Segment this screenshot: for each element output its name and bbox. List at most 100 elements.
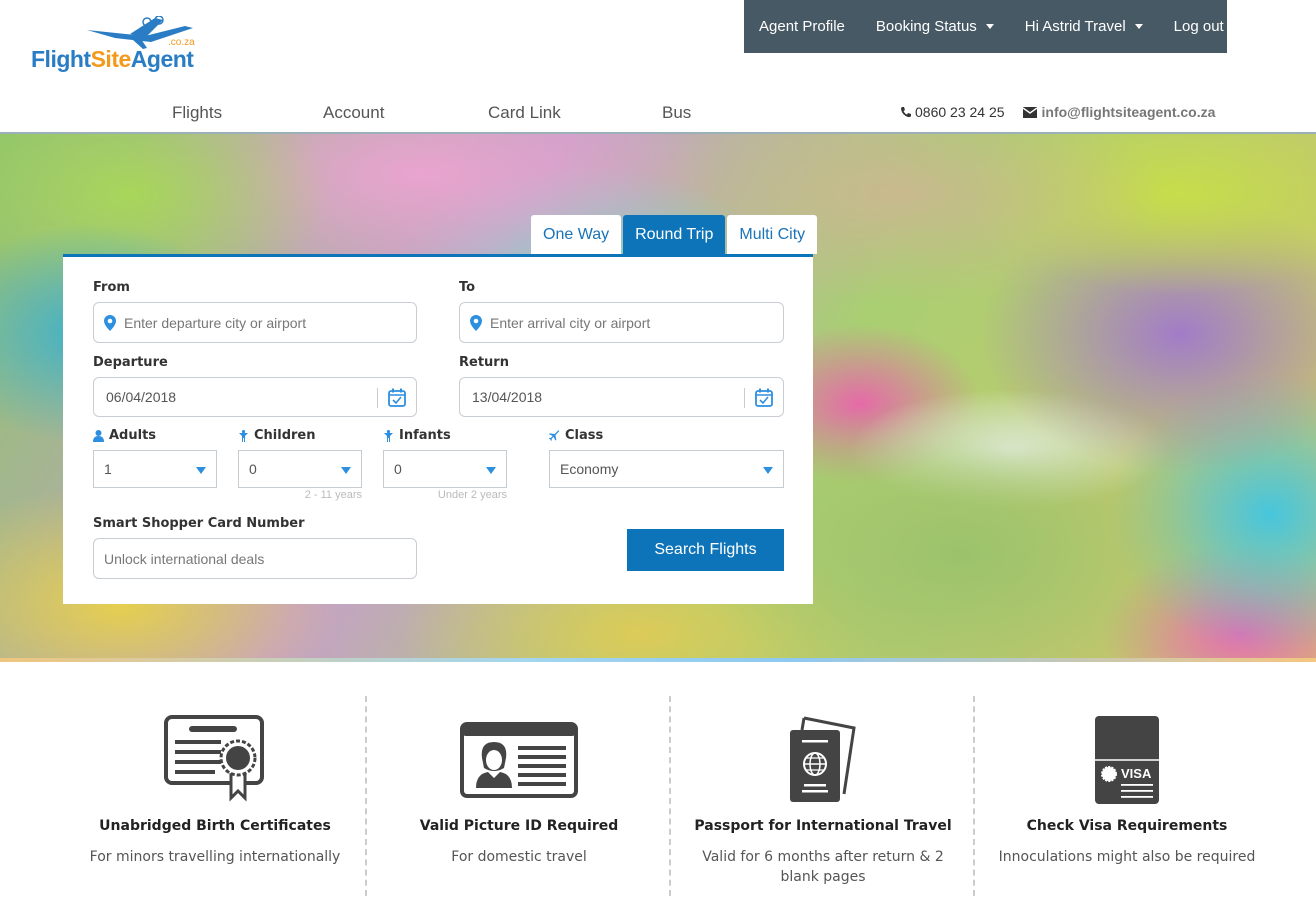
search-flights-button[interactable]: Search Flights <box>627 529 784 571</box>
children-age-hint: 2 - 11 years <box>304 489 362 501</box>
email-link[interactable]: info@flightsiteagent.co.za <box>1042 104 1216 120</box>
child-icon <box>384 429 393 442</box>
to-placeholder: Enter arrival city or airport <box>490 314 651 331</box>
requirement-title: Unabridged Birth Certificates <box>99 818 331 834</box>
logo-word-flight: Flight <box>31 46 91 72</box>
adults-select[interactable]: 1 <box>93 450 217 488</box>
tab-round-trip[interactable]: Round Trip <box>623 215 726 254</box>
requirement-title: Valid Picture ID Required <box>419 818 619 834</box>
adults-label: Adults <box>93 428 156 443</box>
tab-multi-city[interactable]: Multi City <box>727 215 818 254</box>
phone-icon <box>901 107 911 118</box>
child-icon <box>239 429 248 442</box>
to-label-text: To <box>459 280 476 295</box>
from-input[interactable]: Enter departure city or airport <box>93 302 417 343</box>
to-input[interactable]: Enter arrival city or airport <box>459 302 784 343</box>
caret-down-icon <box>196 467 206 474</box>
requirement-picture-id: Valid Picture ID Required For domestic t… <box>367 696 671 896</box>
requirement-description: Valid for 6 months after return & 2 blan… <box>702 849 944 885</box>
return-date-input[interactable]: 13/04/2018 <box>459 377 784 417</box>
certificate-icon <box>164 715 264 802</box>
departure-date-input[interactable]: 06/04/2018 <box>93 377 417 417</box>
adults-label-text: Adults <box>109 428 157 443</box>
infants-select[interactable]: 0 <box>383 450 507 488</box>
map-marker-icon <box>104 314 116 331</box>
nav-card-link[interactable]: Card Link <box>488 103 561 123</box>
class-label-text: Class <box>565 428 604 443</box>
visa-icon: VISA <box>1095 716 1159 804</box>
topbar-agent-profile[interactable]: Agent Profile <box>759 18 845 35</box>
account-topbar: Agent Profile Booking Status Hi Astrid T… <box>744 0 1227 53</box>
passport-icon <box>790 716 856 802</box>
calendar-check-icon[interactable] <box>388 388 406 407</box>
map-marker-icon <box>470 314 482 331</box>
class-value: Economy <box>560 461 619 477</box>
requirement-visa: VISA Check Visa Requirements Innoculatio… <box>975 696 1279 896</box>
travel-requirements: Unabridged Birth Certificates For minors… <box>63 696 1279 896</box>
caret-down-icon <box>763 467 773 474</box>
departure-label-text: Departure <box>93 355 168 370</box>
requirement-description: For minors travelling internationally <box>89 849 341 865</box>
user-icon <box>93 429 104 442</box>
hero-bottom-strip <box>0 658 1316 662</box>
date-separator <box>377 388 378 408</box>
nav-bus[interactable]: Bus <box>662 103 691 123</box>
topbar-user-menu-label: Hi Astrid Travel <box>1024 18 1126 35</box>
children-label-text: Children <box>254 428 316 443</box>
smart-shopper-label: Smart Shopper Card Number <box>93 516 305 531</box>
requirement-title: Passport for International Travel <box>694 818 952 834</box>
plane-icon <box>549 429 560 441</box>
infants-label-text: Infants <box>399 428 451 443</box>
infants-age-hint: Under 2 years <box>437 489 507 501</box>
contact-info: 0860 23 24 25 info@flightsiteagent.co.za <box>900 104 1215 120</box>
return-label-text: Return <box>459 355 509 370</box>
infants-value: 0 <box>394 461 402 477</box>
requirement-title: Check Visa Requirements <box>1026 818 1228 834</box>
children-label: Children <box>238 428 316 443</box>
adults-value: 1 <box>104 461 112 477</box>
topbar-booking-status-label: Booking Status <box>875 18 977 35</box>
logo-word-site: Site <box>90 46 132 72</box>
topbar-booking-status[interactable]: Booking Status <box>876 18 994 35</box>
caret-down-icon <box>985 24 994 29</box>
class-select[interactable]: Economy <box>549 450 784 488</box>
topbar-user-menu[interactable]: Hi Astrid Travel <box>1025 18 1143 35</box>
logo-word-agent: Agent <box>130 46 194 72</box>
from-placeholder: Enter departure city or airport <box>124 314 307 331</box>
from-label: From <box>93 280 130 295</box>
topbar-logout-label: Log out <box>1173 18 1224 35</box>
nav-flights[interactable]: Flights <box>172 103 222 123</box>
class-label: Class <box>549 428 603 443</box>
logo-wordmark: FlightSiteAgent <box>31 46 194 73</box>
caret-down-icon <box>486 467 496 474</box>
visa-badge-text: VISA <box>1121 766 1152 781</box>
caret-down-icon <box>1134 24 1143 29</box>
from-label-text: From <box>93 280 130 295</box>
topbar-logout[interactable]: Log out <box>1174 18 1224 35</box>
calendar-check-icon[interactable] <box>755 388 773 407</box>
children-value: 0 <box>249 461 257 477</box>
flight-search-form: From Enter departure city or airport To … <box>63 254 813 604</box>
phone-number[interactable]: 0860 23 24 25 <box>915 104 1005 120</box>
site-logo[interactable]: .co.za FlightSiteAgent <box>30 16 210 74</box>
nav-account[interactable]: Account <box>323 103 384 123</box>
infants-label: Infants <box>383 428 451 443</box>
topbar-agent-profile-label: Agent Profile <box>759 18 845 35</box>
requirement-description: Innoculations might also be required <box>998 849 1256 865</box>
requirement-passport: Passport for International Travel Valid … <box>671 696 975 896</box>
requirement-birth-certificates: Unabridged Birth Certificates For minors… <box>63 696 367 896</box>
children-select[interactable]: 0 <box>238 450 362 488</box>
departure-date-value: 06/04/2018 <box>106 389 177 405</box>
id-card-icon <box>460 722 578 798</box>
envelope-icon <box>1022 106 1037 118</box>
smart-shopper-placeholder: Unlock international deals <box>104 550 265 567</box>
requirement-description: For domestic travel <box>451 849 587 865</box>
return-date-value: 13/04/2018 <box>472 389 543 405</box>
departure-label: Departure <box>93 355 168 370</box>
return-label: Return <box>459 355 509 370</box>
caret-down-icon <box>341 467 351 474</box>
tab-one-way[interactable]: One Way <box>531 215 622 254</box>
to-label: To <box>459 280 475 295</box>
date-separator <box>744 388 745 408</box>
smart-shopper-input[interactable]: Unlock international deals <box>93 538 417 579</box>
